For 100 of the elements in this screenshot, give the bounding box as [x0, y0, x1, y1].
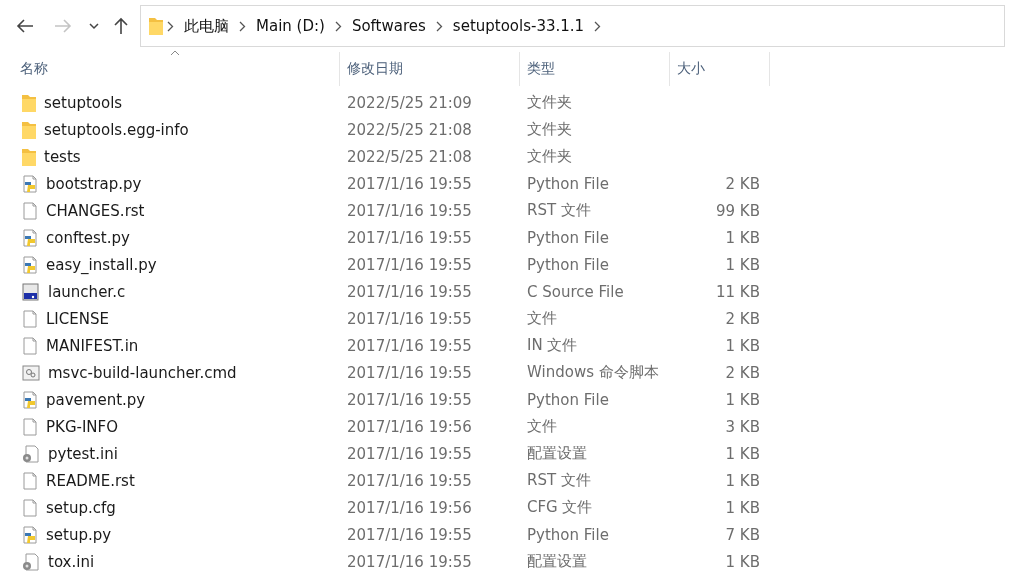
- modified-date: 2017/1/16 19:55: [346, 201, 472, 220]
- file-size: 2 KB: [724, 174, 761, 193]
- file-type: Windows 命令脚本: [526, 363, 659, 382]
- forward-arrow-icon: [54, 18, 72, 34]
- modified-date: 2022/5/25 21:08: [346, 120, 472, 139]
- file-name[interactable]: PKG-INFO: [46, 417, 118, 436]
- file-size: 1 KB: [724, 336, 761, 355]
- modified-date: 2017/1/16 19:55: [346, 309, 472, 328]
- modified-date: 2017/1/16 19:55: [346, 336, 472, 355]
- modified-date: 2017/1/16 19:56: [346, 417, 472, 436]
- file-name[interactable]: msvc-build-launcher.cmd: [48, 363, 237, 382]
- chevron-right-icon: [167, 20, 174, 32]
- config-file-icon: [22, 444, 40, 463]
- file-name[interactable]: CHANGES.rst: [46, 201, 145, 220]
- file-type: C Source File: [526, 282, 624, 301]
- modified-date: 2017/1/16 19:55: [346, 255, 472, 274]
- breadcrumb-item[interactable]: Softwares: [345, 17, 432, 35]
- config-file-icon: [22, 552, 40, 571]
- file-type: Python File: [526, 174, 609, 193]
- modified-date: 2017/1/16 19:55: [346, 471, 472, 490]
- file-name[interactable]: MANIFEST.in: [46, 336, 139, 355]
- column-header[interactable]: 名称: [0, 52, 340, 86]
- chevron-right-icon: [239, 20, 246, 32]
- modified-date: 2017/1/16 19:55: [346, 552, 472, 571]
- file-type: 文件夹: [526, 147, 572, 166]
- column-header[interactable]: 类型: [520, 52, 670, 86]
- modified-date: 2017/1/16 19:55: [346, 444, 472, 463]
- file-icon: [22, 471, 38, 490]
- up-arrow-icon: [113, 17, 129, 35]
- file-icon: [22, 309, 38, 328]
- file-name[interactable]: bootstrap.py: [46, 174, 142, 193]
- chevron-right-icon: [594, 20, 602, 32]
- modified-date: 2017/1/16 19:55: [346, 525, 472, 544]
- file-type: CFG 文件: [526, 498, 593, 517]
- modified-date: 2017/1/16 19:55: [346, 228, 472, 247]
- file-size: 1 KB: [724, 471, 761, 490]
- file-type: 配置设置: [526, 552, 587, 571]
- file-size: 1 KB: [724, 498, 761, 517]
- breadcrumb-item[interactable]: 此电脑: [178, 16, 235, 36]
- modified-date: 2017/1/16 19:55: [346, 363, 472, 382]
- file-name[interactable]: pavement.py: [46, 390, 146, 409]
- file-type: 文件: [526, 309, 557, 328]
- file-type: 文件: [526, 417, 557, 436]
- chevron-right-icon: [435, 20, 443, 32]
- modified-date: 2017/1/16 19:56: [346, 498, 472, 517]
- python-file-icon: [22, 228, 38, 247]
- file-name[interactable]: setup.cfg: [46, 498, 116, 517]
- file-type: Python File: [526, 390, 609, 409]
- file-type: Python File: [526, 255, 609, 274]
- file-size: 1 KB: [724, 255, 761, 274]
- breadcrumb-item[interactable]: setuptools-33.1.1: [446, 17, 591, 35]
- file-type: IN 文件: [526, 336, 578, 355]
- file-size: 2 KB: [724, 309, 761, 328]
- modified-date: 2022/5/25 21:08: [346, 147, 472, 166]
- file-name[interactable]: setup.py: [46, 525, 112, 544]
- file-name[interactable]: tests: [44, 147, 81, 166]
- breadcrumb-item[interactable]: Main (D:): [250, 17, 331, 35]
- file-name[interactable]: tox.ini: [48, 552, 95, 571]
- folder-icon: [149, 17, 163, 35]
- script-file-icon: [22, 363, 40, 382]
- file-type: RST 文件: [526, 471, 591, 490]
- file-type: 配置设置: [526, 444, 587, 463]
- python-file-icon: [22, 390, 38, 409]
- file-icon: [22, 498, 38, 517]
- file-icon: [22, 336, 38, 355]
- file-type: Python File: [526, 525, 609, 544]
- column-header[interactable]: 修改日期: [340, 52, 520, 86]
- file-name[interactable]: conftest.py: [46, 228, 130, 247]
- file-icon: [22, 417, 38, 436]
- file-size: 1 KB: [724, 444, 761, 463]
- file-name[interactable]: pytest.ini: [48, 444, 118, 463]
- python-file-icon: [22, 255, 38, 274]
- file-size: 2 KB: [724, 363, 761, 382]
- file-name[interactable]: setuptools.egg-info: [44, 120, 189, 139]
- folder-icon: [22, 120, 36, 139]
- file-name[interactable]: easy_install.py: [46, 255, 157, 274]
- file-icon: [22, 201, 38, 220]
- file-name[interactable]: README.rst: [46, 471, 135, 490]
- file-type: Python File: [526, 228, 609, 247]
- folder-icon: [22, 147, 36, 166]
- file-name[interactable]: LICENSE: [46, 309, 109, 328]
- file-name[interactable]: setuptools: [44, 93, 123, 112]
- file-size: 1 KB: [724, 552, 761, 571]
- c-file-icon: [22, 282, 40, 301]
- chevron-right-icon: [334, 20, 342, 32]
- file-type: 文件夹: [526, 93, 572, 112]
- file-size: 99 KB: [715, 201, 761, 220]
- file-type: 文件夹: [526, 120, 572, 139]
- modified-date: 2022/5/25 21:09: [346, 93, 472, 112]
- file-size: 1 KB: [724, 228, 761, 247]
- column-header[interactable]: 大小: [670, 52, 770, 86]
- file-name[interactable]: launcher.c: [48, 282, 126, 301]
- file-size: 1 KB: [724, 390, 761, 409]
- modified-date: 2017/1/16 19:55: [346, 174, 472, 193]
- address-bar[interactable]: 此电脑 Main (D:) Softwares setuptools-33.1.1: [140, 5, 1005, 47]
- file-size: 11 KB: [715, 282, 761, 301]
- file-size: 7 KB: [724, 525, 761, 544]
- back-arrow-icon: [16, 18, 34, 34]
- folder-icon: [22, 93, 36, 112]
- modified-date: 2017/1/16 19:55: [346, 282, 472, 301]
